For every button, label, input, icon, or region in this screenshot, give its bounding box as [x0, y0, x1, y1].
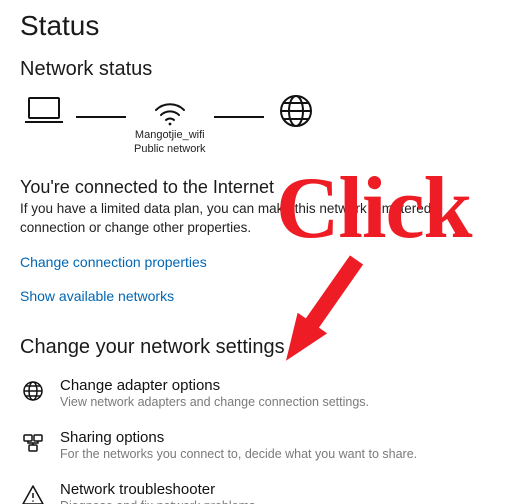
- show-available-networks-link[interactable]: Show available networks: [20, 288, 174, 304]
- troubleshooter-desc: Diagnose and fix network problems.: [60, 499, 491, 504]
- network-diagram: Mangotjie_wifi Public network: [20, 93, 491, 159]
- adapter-label: Change adapter options: [60, 377, 491, 394]
- wifi-type-label: Public network: [134, 142, 206, 156]
- connected-desc: If you have a limited data plan, you can…: [20, 200, 450, 238]
- network-troubleshooter[interactable]: Network troubleshooter Diagnose and fix …: [20, 481, 491, 504]
- change-connection-properties-link[interactable]: Change connection properties: [20, 254, 207, 270]
- troubleshooter-label: Network troubleshooter: [60, 481, 491, 498]
- adapter-desc: View network adapters and change connect…: [60, 395, 491, 409]
- globe-icon: [278, 93, 314, 129]
- sharing-icon: [20, 429, 46, 455]
- wifi-icon: [152, 96, 188, 126]
- connected-heading: You're connected to the Internet: [20, 177, 491, 198]
- laptop-icon: [22, 95, 66, 127]
- change-adapter-options[interactable]: Change adapter options View network adap…: [20, 377, 491, 409]
- sharing-options[interactable]: Sharing options For the networks you con…: [20, 429, 491, 461]
- page-title: Status: [20, 10, 491, 42]
- adapter-globe-icon: [20, 377, 46, 403]
- network-status-heading: Network status: [20, 58, 491, 81]
- change-settings-heading: Change your network settings: [20, 336, 491, 359]
- sharing-label: Sharing options: [60, 429, 491, 446]
- warning-icon: [20, 481, 46, 504]
- sharing-desc: For the networks you connect to, decide …: [60, 447, 491, 461]
- wifi-name-label: Mangotjie_wifi: [134, 128, 206, 142]
